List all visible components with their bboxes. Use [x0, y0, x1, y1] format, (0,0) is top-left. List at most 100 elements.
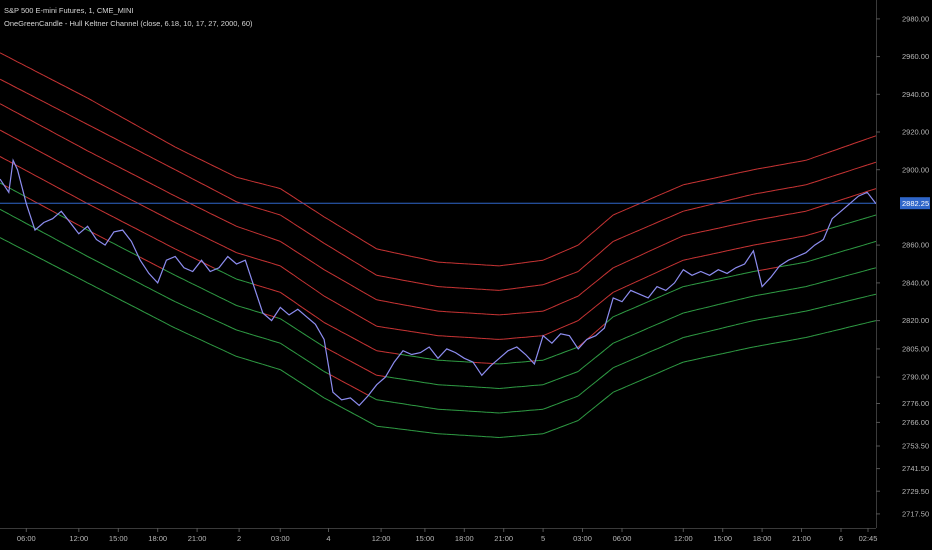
- band-7-segment: [547, 429, 553, 433]
- band-0-segment: [174, 146, 180, 150]
- band-4-segment: [687, 284, 693, 287]
- band-4-segment: [661, 293, 666, 297]
- band-3-segment: [590, 306, 597, 311]
- band-4-segment: [683, 285, 688, 288]
- band-7-segment: [411, 430, 417, 432]
- band-4-segment: [258, 285, 263, 288]
- time-axis[interactable]: 06:00 12:00 15:00 18:00 21:00 2 03:00 4 12:00 15:…: [0, 528, 932, 550]
- band-5-segment: [775, 290, 780, 293]
- band-4-segment: [389, 352, 395, 354]
- band-0-segment: [332, 221, 338, 226]
- band-5-segment: [564, 374, 570, 377]
- band-4-segment: [223, 272, 229, 276]
- band-6-segment: [306, 359, 312, 364]
- band-1-segment: [96, 128, 101, 132]
- band-2-segment: [170, 193, 176, 197]
- band-0-segment: [599, 222, 605, 227]
- band-2-segment: [849, 195, 855, 198]
- price-chart[interactable]: 2980.00 2960.00 2940.00 2920.00 2900.00 2860.…: [0, 0, 932, 550]
- band-7-segment: [0, 237, 5, 241]
- band-7-segment: [385, 426, 390, 429]
- band-2-segment: [683, 234, 688, 237]
- band-0-segment: [372, 245, 377, 250]
- band-2-segment: [735, 223, 741, 225]
- band-7-segment: [556, 426, 561, 430]
- band-3-segment: [209, 239, 215, 243]
- x-tick-label: 12:00: [674, 534, 693, 543]
- band-6-segment: [345, 382, 351, 387]
- band-7-segment: [402, 428, 408, 431]
- band-3-segment: [47, 155, 53, 159]
- band-7-segment: [626, 384, 631, 388]
- band-6-segment: [731, 324, 736, 327]
- band-6-segment: [78, 251, 84, 255]
- band-0-segment: [762, 166, 767, 169]
- band-4-segment: [271, 289, 277, 292]
- band-7-segment: [678, 361, 684, 365]
- band-5-segment: [599, 349, 605, 355]
- band-2-segment: [280, 240, 285, 245]
- band-7-segment: [648, 374, 653, 378]
- band-3-segment: [573, 320, 579, 323]
- price-axis[interactable]: 2980.00 2960.00 2940.00 2920.00 2900.00 2860.…: [876, 0, 932, 550]
- band-1-segment: [586, 259, 592, 265]
- band-6-segment: [385, 400, 390, 403]
- band-7-segment: [775, 341, 780, 344]
- band-2-segment: [0, 103, 5, 107]
- band-0-segment: [573, 244, 579, 248]
- band-2-segment: [78, 145, 84, 149]
- band-4-segment: [166, 243, 172, 248]
- y-tick-label: 2840.00: [902, 279, 929, 288]
- band-7-segment: [56, 266, 62, 270]
- band-5-segment: [617, 338, 623, 342]
- band-1-segment: [301, 228, 307, 233]
- band-0-segment: [862, 138, 868, 141]
- y-tick-label: 2805.00: [902, 345, 929, 354]
- band-1-segment: [21, 90, 27, 94]
- band-5-segment: [590, 356, 597, 362]
- band-6-segment: [271, 340, 277, 343]
- band-5-segment: [849, 273, 855, 276]
- band-3-segment: [376, 325, 382, 328]
- band-1-segment: [573, 271, 579, 274]
- band-5-segment: [275, 316, 281, 320]
- band-3-segment: [385, 327, 390, 329]
- band-6-segment: [118, 271, 123, 276]
- band-2-segment: [131, 173, 137, 177]
- band-1-segment: [604, 244, 610, 250]
- band-7-segment: [827, 330, 833, 333]
- band-1-segment: [516, 287, 522, 289]
- band-5-segment: [840, 275, 846, 278]
- band-0-segment: [161, 139, 167, 143]
- band-4-segment: [599, 323, 605, 329]
- band-6-segment: [687, 334, 693, 337]
- band-2-segment: [231, 223, 237, 227]
- band-5-segment: [306, 335, 312, 339]
- band-0-segment: [867, 136, 872, 140]
- band-4-segment: [810, 259, 815, 262]
- band-7-segment: [823, 331, 828, 334]
- band-5-segment: [398, 378, 404, 380]
- band-3-segment: [691, 256, 697, 259]
- band-5-segment: [267, 314, 272, 317]
- band-6-segment: [231, 327, 237, 331]
- band-7-segment: [100, 289, 106, 293]
- band-6-segment: [82, 253, 88, 257]
- band-0-segment: [354, 235, 360, 239]
- band-1-segment: [350, 258, 356, 263]
- band-3-segment: [687, 257, 693, 260]
- band-4-segment: [696, 282, 701, 285]
- band-1-segment: [201, 183, 207, 187]
- band-3-segment: [832, 226, 837, 229]
- band-6-segment: [148, 287, 154, 291]
- band-6-segment: [174, 301, 180, 305]
- band-2-segment: [12, 110, 18, 114]
- band-0-segment: [512, 263, 517, 265]
- band-0-segment: [231, 174, 237, 178]
- band-3-segment: [402, 329, 408, 332]
- band-1-segment: [188, 176, 193, 180]
- band-0-segment: [74, 90, 80, 94]
- band-0-segment: [748, 169, 754, 172]
- band-4-segment: [122, 221, 128, 225]
- band-4-segment: [783, 264, 789, 267]
